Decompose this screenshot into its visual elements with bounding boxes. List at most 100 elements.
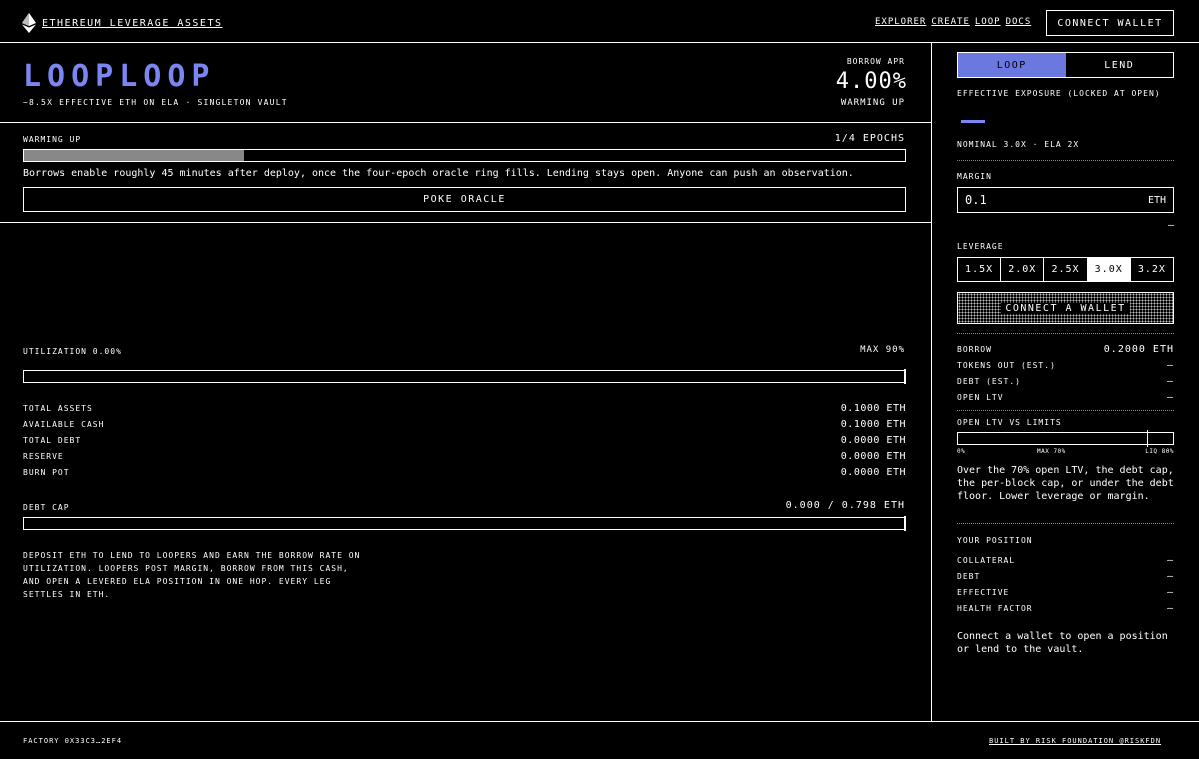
utilization-max: MAX 90% [860, 345, 905, 355]
brand-name[interactable]: ETHEREUM LEVERAGE ASSETS [42, 18, 223, 29]
quote-label: TOKENS OUT (EST.) [957, 361, 1056, 370]
stat-label: TOTAL DEBT [23, 435, 82, 445]
position-label: COLLATERAL [957, 556, 1016, 565]
stat-burn-pot: BURN POT 0.0000 ETH [23, 465, 906, 479]
position-health-factor: HEALTH FACTOR — [957, 602, 1174, 615]
factory-address: FACTORY 0X33C3…2EF4 [23, 737, 123, 745]
utilization-bar [23, 369, 906, 384]
leverage-option-1-5x[interactable]: 1.5X [958, 258, 1002, 281]
quote-value: 0.2000 ETH [1103, 344, 1174, 355]
ltv-limits-label: OPEN LTV VS LIMITS [957, 418, 1062, 427]
built-by-link[interactable]: BUILT BY RISK FOUNDATION @RISKFDN [989, 737, 1161, 745]
leverage-option-3-2x[interactable]: 3.2X [1131, 258, 1173, 281]
ltv-warning: Over the 70% open LTV, the debt cap, the… [957, 465, 1174, 502]
utilization-cap-marker [904, 369, 906, 384]
stat-label: AVAILABLE CASH [23, 419, 105, 429]
mode-tabs: LOOP LEND [957, 52, 1174, 78]
margin-label: MARGIN [957, 172, 992, 181]
connect-a-wallet-button[interactable]: CONNECT A WALLET [957, 292, 1174, 324]
divider [957, 410, 1174, 411]
tab-loop[interactable]: LOOP [958, 53, 1066, 77]
position-label: EFFECTIVE [957, 588, 1010, 597]
position-collateral: COLLATERAL — [957, 554, 1174, 567]
quote-open-ltv: OPEN LTV — [957, 391, 1174, 404]
quote-label: BORROW [957, 345, 992, 354]
sidebar-footer-note: Connect a wallet to open a position or l… [957, 631, 1168, 655]
tab-lend[interactable]: LEND [1066, 53, 1174, 77]
warmup-message: Borrows enable roughly 45 minutes after … [23, 168, 854, 179]
warmup-panel: WARMING UP 1/4 EPOCHS Borrows enable rou… [0, 123, 931, 223]
warmup-epochs: 1/4 EPOCHS [834, 133, 905, 144]
margin-unit: ETH [1147, 194, 1166, 206]
vault-description: DEPOSIT ETH TO LEND TO LOOPERS AND EARN … [23, 551, 361, 599]
poke-oracle-button[interactable]: POKE ORACLE [23, 187, 906, 212]
ethereum-logo-icon [22, 13, 36, 33]
quote-label: DEBT (EST.) [957, 377, 1021, 386]
debt-cap-bar [23, 516, 906, 531]
borrow-apr-label: BORROW APR [846, 57, 905, 66]
warmup-progress-bar [23, 149, 906, 162]
debt-cap-label: DEBT CAP [23, 503, 70, 512]
main-nav: EXPLORER CREATE LOOP DOCS [875, 17, 1031, 27]
position-value: — [1166, 603, 1174, 614]
leverage-option-3-0x[interactable]: 3.0X [1087, 258, 1131, 281]
ltv-marker [1147, 430, 1149, 447]
margin-hint: — [1168, 220, 1175, 231]
divider [957, 333, 1174, 334]
ltv-ticks: 0% MAX 70% LIQ 80% [957, 448, 1174, 458]
stat-label: TOTAL ASSETS [23, 403, 93, 413]
quote-borrow: BORROW 0.2000 ETH [957, 343, 1174, 356]
margin-input[interactable]: 0.1 ETH [957, 187, 1174, 213]
nav-loop[interactable]: LOOP [975, 17, 1001, 27]
divider [957, 523, 1174, 524]
vault-title: LOOPLOOP [23, 59, 216, 94]
nav-docs[interactable]: DOCS [1006, 17, 1032, 27]
borrow-apr-status: WARMING UP [840, 98, 905, 108]
stat-value: 0.0000 ETH [840, 466, 906, 478]
nav-create[interactable]: CREATE [931, 17, 970, 27]
stat-value: 0.1000 ETH [840, 402, 906, 414]
leverage-label: LEVERAGE [957, 242, 1004, 251]
divider [957, 160, 1174, 161]
connect-wallet-button[interactable]: CONNECT WALLET [1046, 10, 1174, 36]
your-position-label: YOUR POSITION [957, 536, 1033, 545]
stat-reserve: RESERVE 0.0000 ETH [23, 449, 906, 463]
quote-tokens-out: TOKENS OUT (EST.) — [957, 359, 1174, 372]
position-value: — [1166, 571, 1174, 582]
nav-explorer[interactable]: EXPLORER [875, 17, 926, 27]
borrow-apr-value: 4.00% [835, 69, 907, 94]
stat-total-assets: TOTAL ASSETS 0.1000 ETH [23, 401, 906, 415]
quote-debt: DEBT (EST.) — [957, 375, 1174, 388]
warmup-label: WARMING UP [23, 135, 82, 144]
debt-cap-marker [904, 516, 906, 531]
brand[interactable]: ETHEREUM LEVERAGE ASSETS [22, 13, 223, 33]
warmup-progress-fill [24, 150, 245, 161]
ltv-tick-0: 0% [957, 448, 966, 455]
vault-subtitle: ~8.5X EFFECTIVE ETH ON ELA · SINGLETON V… [23, 98, 288, 107]
connect-a-wallet-label: CONNECT A WALLET [1001, 302, 1130, 314]
exposure-placeholder [961, 120, 985, 123]
ltv-tick-liq: LIQ 80% [1145, 448, 1174, 455]
nominal-leverage: NOMINAL 3.0X · ELA 2X [957, 140, 1080, 149]
position-value: — [1166, 555, 1174, 566]
stat-total-debt: TOTAL DEBT 0.0000 ETH [23, 433, 906, 447]
position-label: DEBT [957, 572, 981, 581]
leverage-option-2-0x[interactable]: 2.0X [1001, 258, 1045, 281]
leverage-selector: 1.5X 2.0X 2.5X 3.0X 3.2X [957, 257, 1174, 282]
position-effective: EFFECTIVE — [957, 586, 1174, 599]
position-value: — [1166, 587, 1174, 598]
stat-label: RESERVE [23, 451, 64, 461]
trade-sidebar: LOOP LEND EFFECTIVE EXPOSURE (LOCKED AT … [932, 43, 1199, 722]
stat-value: 0.0000 ETH [840, 450, 906, 462]
stat-value: 0.0000 ETH [840, 434, 906, 446]
stat-value: 0.1000 ETH [840, 418, 906, 430]
footer: FACTORY 0X33C3…2EF4 BUILT BY RISK FOUNDA… [0, 721, 1199, 759]
ltv-tick-max: MAX 70% [1037, 448, 1066, 455]
position-debt: DEBT — [957, 570, 1174, 583]
position-label: HEALTH FACTOR [957, 604, 1033, 613]
leverage-option-2-5x[interactable]: 2.5X [1044, 258, 1088, 281]
margin-value[interactable]: 0.1 [965, 193, 987, 207]
top-bar: ETHEREUM LEVERAGE ASSETS EXPLORER CREATE… [0, 0, 1199, 43]
quote-value: — [1166, 392, 1174, 403]
exposure-label: EFFECTIVE EXPOSURE (LOCKED AT OPEN) [957, 89, 1161, 98]
